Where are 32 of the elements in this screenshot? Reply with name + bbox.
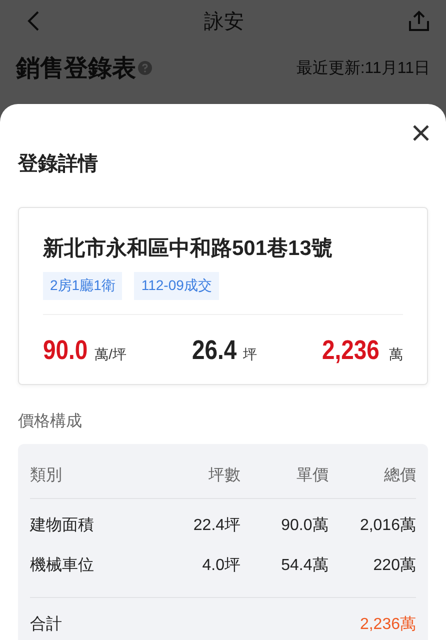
sheet-title: 登錄詳情 [18,152,98,177]
stat-unit: 坪 [243,346,258,364]
total-value: 2,236萬 [358,614,416,634]
table-cell-text: 4.0坪 [201,556,241,576]
close-button[interactable] [412,124,430,142]
stat-value: 90.0 [43,335,88,366]
tag: 112-09成交 [134,272,219,300]
section-title: 價格構成 [18,412,83,432]
stat-unit: 萬 [389,346,403,364]
table-cell-text: 54.4萬 [280,556,328,576]
share-button[interactable] [408,10,430,32]
help-icon[interactable] [138,61,152,75]
column-header: 坪數 [208,466,241,486]
tag: 2房1廳1衛 [43,272,122,300]
nav-title: 詠安 [204,10,244,34]
table-cell-text: 建物面積 [30,516,95,536]
updated-date: 最近更新:11月11日 [296,58,430,78]
column-header: 類別 [30,466,63,486]
table-cell-text: 2,016萬 [358,516,416,536]
address: 新北市永和區中和路501巷13號 [43,236,334,262]
column-header: 總價 [382,466,416,486]
stat-value: 2,236 [322,335,380,366]
total-label: 合計 [30,614,63,634]
page-title: 銷售登錄表 [16,54,136,84]
stat-unit: 萬/坪 [94,346,126,364]
table-cell-text: 90.0萬 [280,516,328,536]
table-cell-text: 機械車位 [30,556,95,576]
table-cell-text: 220萬 [372,556,416,576]
stat-value: 26.4 [192,335,236,366]
table-cell-text: 22.4坪 [192,516,241,536]
back-button[interactable] [26,10,40,32]
column-header: 單價 [295,466,328,486]
